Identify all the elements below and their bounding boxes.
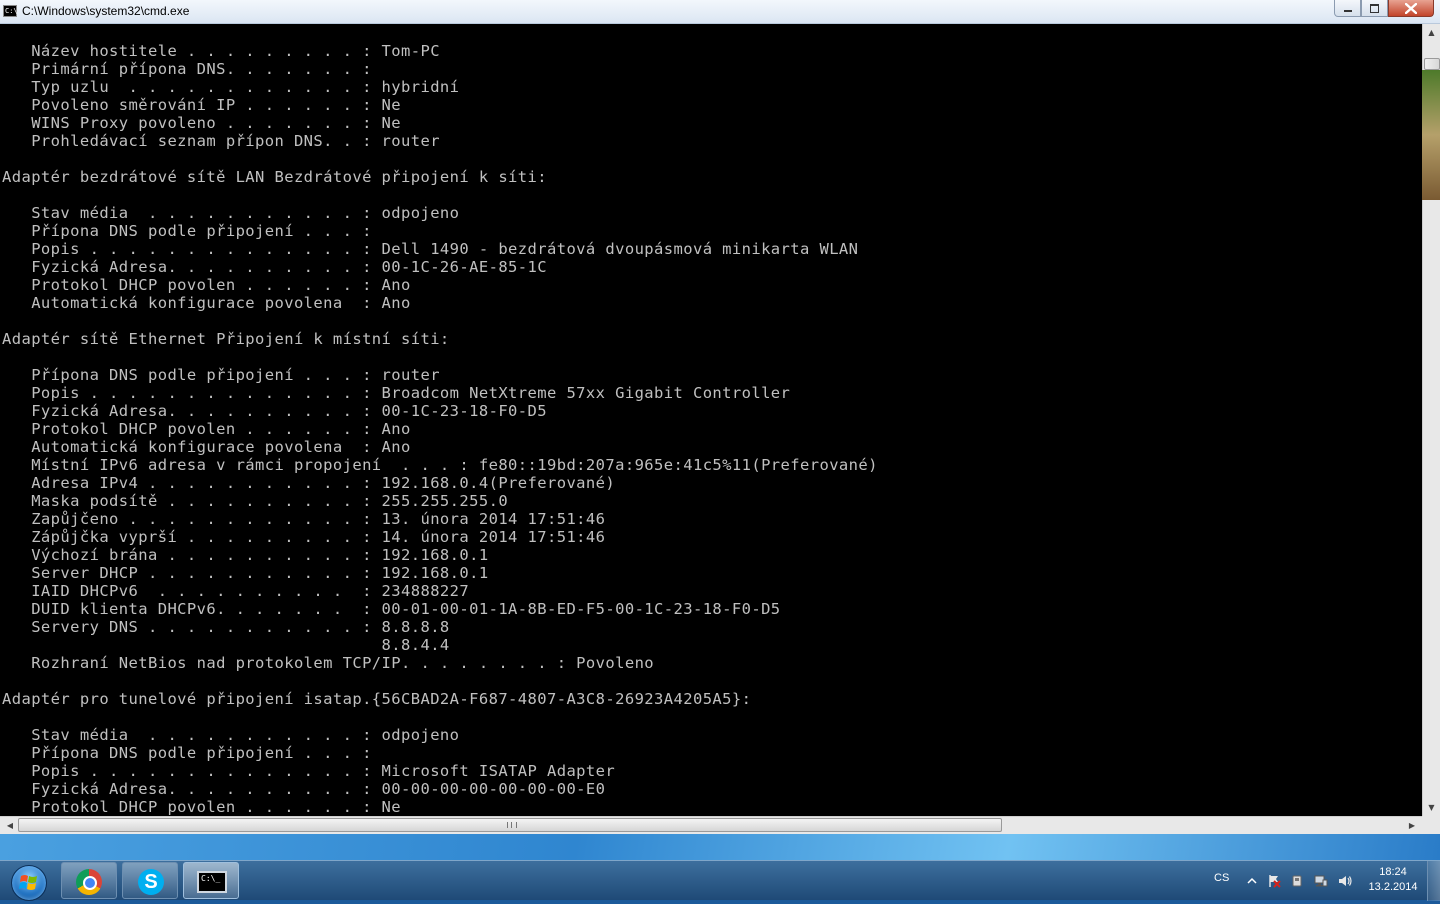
console-line: Typ uzlu . . . . . . . . . . . . : hybri… — [2, 78, 460, 96]
maximize-button[interactable] — [1361, 0, 1388, 17]
console-line: Místní IPv6 adresa v rámci propojení . .… — [2, 456, 878, 474]
console-line: Stav média . . . . . . . . . . . : odpoj… — [2, 726, 460, 744]
console-line: 8.8.4.4 — [2, 636, 450, 654]
cmd-app-icon-text: C:\ — [5, 7, 18, 15]
scroll-right-arrow-icon[interactable]: ▶ — [1404, 817, 1420, 834]
console-line: Přípona DNS podle připojení . . . : rout… — [2, 366, 440, 384]
console-line: Povoleno směrování IP . . . . . . : Ne — [2, 96, 402, 114]
grip-icon — [507, 822, 517, 828]
console-line: Protokol DHCP povolen . . . . . . : Ano — [2, 276, 411, 294]
clock-time: 18:24 — [1379, 866, 1407, 878]
minimize-button[interactable] — [1334, 0, 1361, 17]
chrome-icon — [76, 869, 102, 895]
console-line: Adaptér sítě Ethernet Připojení k místní… — [2, 330, 450, 348]
console-line: Název hostitele . . . . . . . . . : Tom-… — [2, 42, 440, 60]
console-line: Adaptér pro tunelové připojení isatap.{5… — [2, 690, 752, 708]
console-line: Stav média . . . . . . . . . . . : odpoj… — [2, 204, 460, 222]
network-icon[interactable] — [1314, 874, 1328, 888]
console-line: Maska podsítě . . . . . . . . . . : 255.… — [2, 492, 509, 510]
taskbar: S C:\_ CS 18:24 13.2.2014 — [0, 860, 1440, 901]
clock-date: 13.2.2014 — [1368, 881, 1418, 893]
console-line: DUID klienta DHCPv6. . . . . . . : 00-01… — [2, 600, 781, 618]
console-line: Protokol DHCP povolen . . . . . . : Ne — [2, 798, 402, 816]
taskbar-cmd-button[interactable]: C:\_ — [183, 862, 239, 899]
console-line: Fyzická Adresa. . . . . . . . . . : 00-1… — [2, 402, 547, 420]
skype-icon: S — [138, 869, 164, 895]
cmd-icon: C:\_ — [197, 871, 227, 893]
scroll-left-arrow-icon[interactable]: ◀ — [2, 817, 18, 834]
horizontal-scroll-thumb[interactable] — [18, 818, 1002, 832]
console-line: Automatická konfigurace povolena : Ano — [2, 438, 411, 456]
close-button[interactable] — [1388, 0, 1434, 17]
language-indicator[interactable]: CS — [1214, 872, 1229, 884]
console-output[interactable]: Název hostitele . . . . . . . . . : Tom-… — [0, 24, 1422, 816]
console-line: Servery DNS . . . . . . . . . . . : 8.8.… — [2, 618, 450, 636]
console-line: Server DHCP . . . . . . . . . . . : 192.… — [2, 564, 489, 582]
console-line: Primární přípona DNS. . . . . . . : — [2, 60, 372, 78]
window-title: C:\Windows\system32\cmd.exe — [22, 4, 190, 18]
console-line: Popis . . . . . . . . . . . . . . : Dell… — [2, 240, 859, 258]
cmd-window: C:\ C:\Windows\system32\cmd.exe Název ho… — [0, 0, 1440, 840]
console-line: Zápůjčka vyprší . . . . . . . . . : 14. … — [2, 528, 606, 546]
console-line: Přípona DNS podle připojení . . . : — [2, 744, 372, 762]
taskbar-chrome-button[interactable] — [61, 862, 117, 899]
console-line: Popis . . . . . . . . . . . . . . : Broa… — [2, 384, 791, 402]
clock[interactable]: 18:24 13.2.2014 — [1363, 865, 1423, 895]
console-line: Prohledávací seznam přípon DNS. . : rout… — [2, 132, 440, 150]
console-line: Výchozí brána . . . . . . . . . . : 192.… — [2, 546, 489, 564]
desktop-wallpaper-peek — [1422, 70, 1440, 200]
action-center-flag-icon[interactable] — [1267, 874, 1281, 888]
title-bar[interactable]: C:\ C:\Windows\system32\cmd.exe — [0, 0, 1440, 24]
safely-remove-hardware-icon[interactable] — [1290, 874, 1304, 888]
console-line: Rozhraní NetBios nad protokolem TCP/IP. … — [2, 654, 655, 672]
show-desktop-button[interactable] — [1427, 861, 1440, 901]
console-line: WINS Proxy povoleno . . . . . . . : Ne — [2, 114, 402, 132]
console-line: Fyzická Adresa. . . . . . . . . . : 00-1… — [2, 258, 547, 276]
start-button[interactable] — [2, 862, 54, 901]
console-line: Adresa IPv4 . . . . . . . . . . . : 192.… — [2, 474, 616, 492]
console-line: Adaptér bezdrátové sítě LAN Bezdrátové p… — [2, 168, 547, 186]
restore-icon — [1370, 3, 1379, 13]
close-icon — [1405, 2, 1417, 14]
console-line: IAID DHCPv6 . . . . . . . . . . : 234888… — [2, 582, 470, 600]
desktop-wallpaper — [0, 834, 1440, 860]
cmd-icon-glyph: C:\_ — [201, 874, 221, 883]
console-line: Protokol DHCP povolen . . . . . . : Ano — [2, 420, 411, 438]
show-hidden-icons-icon[interactable] — [1245, 874, 1259, 888]
volume-icon[interactable] — [1338, 874, 1352, 888]
horizontal-scrollbar[interactable]: ◀ ▶ — [0, 816, 1422, 834]
windows-start-orb-icon — [11, 865, 47, 901]
scroll-up-arrow-icon[interactable]: ▲ — [1423, 24, 1440, 41]
console-line: Automatická konfigurace povolena : Ano — [2, 294, 411, 312]
taskbar-skype-button[interactable]: S — [122, 862, 178, 899]
console-text: Název hostitele . . . . . . . . . : Tom-… — [2, 42, 878, 816]
console-line: Fyzická Adresa. . . . . . . . . . : 00-0… — [2, 780, 606, 798]
scroll-down-arrow-icon[interactable]: ▼ — [1423, 799, 1440, 816]
console-line: Přípona DNS podle připojení . . . : — [2, 222, 372, 240]
cmd-app-icon[interactable]: C:\ — [3, 5, 18, 17]
scrollbar-corner — [1422, 816, 1440, 834]
console-line: Popis . . . . . . . . . . . . . . : Micr… — [2, 762, 616, 780]
notification-area: CS 18:24 13.2.2014 — [1205, 861, 1440, 901]
minimize-icon — [1343, 10, 1352, 12]
vertical-scroll-thumb[interactable] — [1424, 58, 1440, 70]
console-line: Zapůjčeno . . . . . . . . . . . . : 13. … — [2, 510, 606, 528]
windows-flag-icon — [19, 875, 37, 890]
